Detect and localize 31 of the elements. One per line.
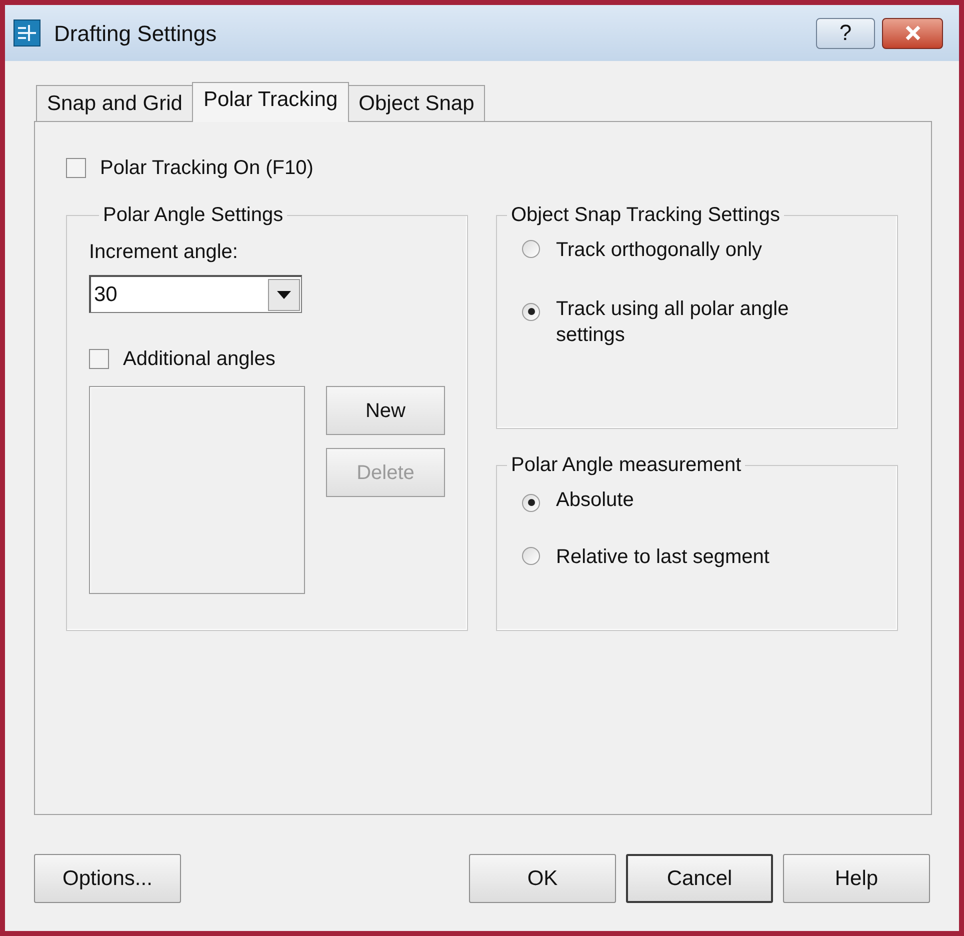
group-title: Object Snap Tracking Settings	[510, 203, 782, 227]
tab[interactable]: Object Snap	[348, 85, 486, 121]
options-button[interactable]: Options...	[34, 854, 181, 903]
window-title: Drafting Settings	[54, 20, 217, 48]
dialog-button[interactable]: Cancel	[626, 854, 773, 903]
field-label: Increment angle:	[89, 240, 239, 265]
app-icon	[13, 19, 41, 47]
list-button[interactable]: New	[326, 386, 445, 435]
radio-button[interactable]	[522, 240, 540, 258]
tab[interactable]: Polar Tracking	[192, 82, 349, 122]
radio-button[interactable]	[522, 494, 540, 512]
radio-button[interactable]	[522, 547, 540, 565]
radio-label: Track using all polar angle settings	[556, 297, 790, 348]
dialog-button[interactable]: OK	[469, 854, 616, 903]
checkbox-label: Polar Tracking On (F10)	[100, 156, 314, 181]
group-title: Polar Angle Settings	[102, 203, 284, 227]
dialog-button[interactable]: Help	[783, 854, 930, 903]
help-button[interactable]: ?	[816, 18, 875, 48]
increment-dropdown[interactable]: 30	[89, 275, 302, 313]
group-title: Polar Angle measurement	[510, 453, 742, 477]
radio-label: Relative to last segment	[556, 545, 770, 570]
checkbox[interactable]	[66, 158, 86, 178]
checkbox[interactable]	[89, 349, 109, 369]
checkbox-label: Additional angles	[123, 347, 276, 372]
dropdown-value: 30	[93, 282, 118, 308]
radio-label: Track orthogonally only	[556, 238, 764, 263]
close-button[interactable]	[882, 18, 943, 48]
dropdown-arrow-icon	[277, 290, 291, 298]
radio-label: Absolute	[556, 488, 635, 513]
radio-button[interactable]	[522, 302, 540, 320]
tab[interactable]: Snap and Grid	[36, 85, 194, 121]
